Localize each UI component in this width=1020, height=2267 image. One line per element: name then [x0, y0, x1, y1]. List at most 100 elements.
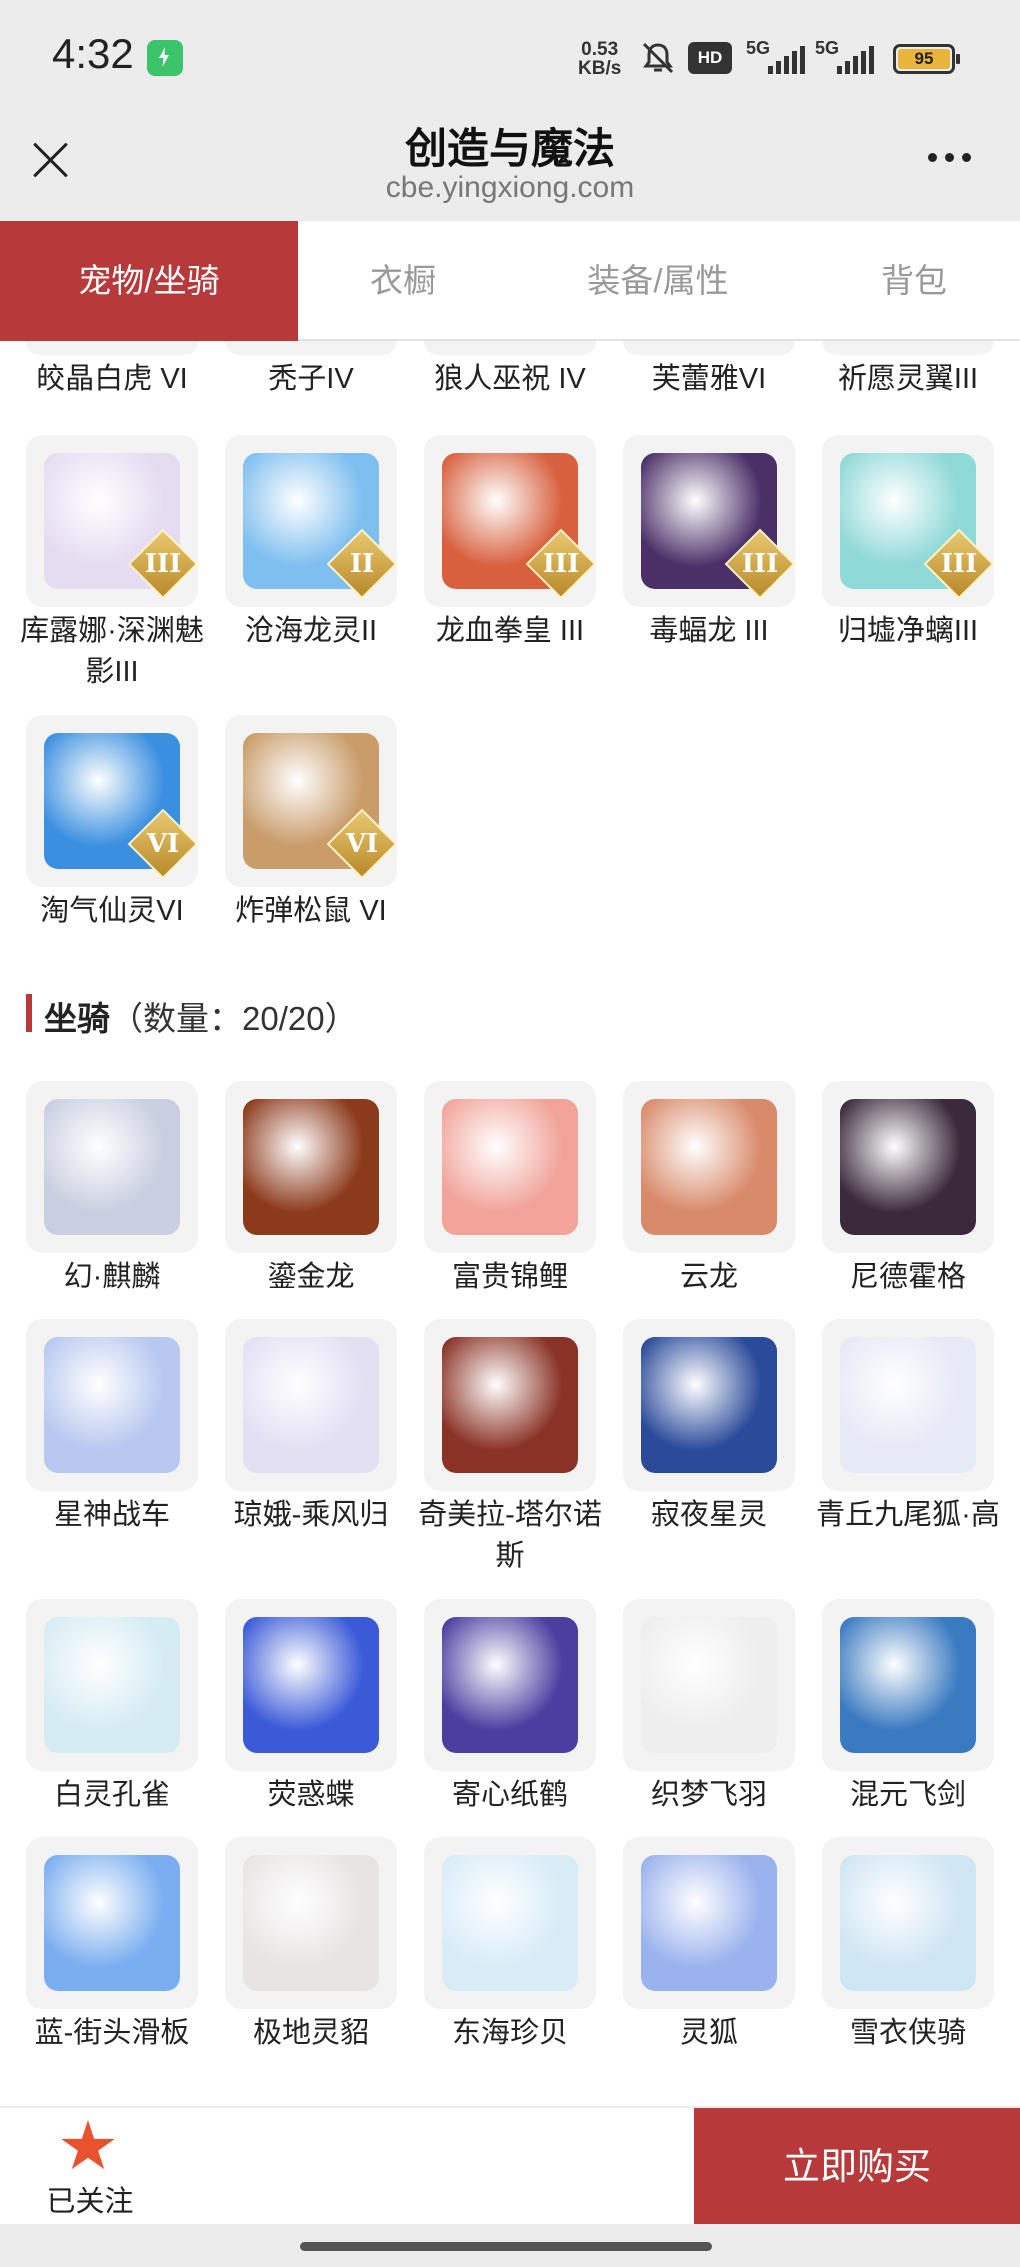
item-thumbnail — [424, 1599, 596, 1771]
item-art — [44, 1337, 180, 1473]
grade-badge-text: III — [542, 549, 580, 579]
buy-now-button[interactable]: 立即购买 — [694, 2108, 1020, 2226]
item-card[interactable]: 秃子IV — [225, 341, 397, 400]
item-card[interactable]: 织梦飞羽 — [623, 1599, 795, 1816]
item-thumbnail — [822, 1837, 994, 2009]
item-card[interactable]: III 归墟净螭III — [822, 435, 994, 652]
browser-title-bar: 创造与魔法 cbe.yingxiong.com — [0, 115, 1020, 221]
item-thumbnail: III — [424, 435, 596, 607]
item-name: 毒蝠龙 III — [649, 615, 769, 647]
tab-pets-mounts[interactable]: 宠物/坐骑 — [0, 221, 298, 341]
item-name: 龙血拳皇 III — [435, 615, 585, 647]
item-card[interactable]: 混元飞剑 — [822, 1599, 994, 1816]
item-thumbnail — [225, 1599, 397, 1771]
item-card[interactable]: 皎晶白虎 VI — [26, 341, 198, 400]
item-thumbnail — [822, 341, 994, 355]
mount-section-title: 坐骑（数量：20/20） — [44, 992, 358, 1040]
system-nav-bar — [0, 2224, 1020, 2267]
item-card[interactable]: 尼德霍格 — [822, 1081, 994, 1298]
item-card[interactable]: II 沧海龙灵II — [225, 435, 397, 652]
item-card[interactable]: 云龙 — [623, 1081, 795, 1298]
item-name: 琼娥-乘风归 — [233, 1499, 389, 1531]
security-shield-icon — [147, 40, 183, 76]
home-gesture-handle[interactable] — [300, 2242, 712, 2251]
item-thumbnail — [225, 1837, 397, 2009]
network-speed-value: 0.53 — [581, 39, 619, 60]
item-name: 青丘九尾狐·高 — [816, 1499, 1000, 1531]
item-card[interactable]: 寂夜星灵 — [623, 1319, 795, 1536]
item-card[interactable]: 琼娥-乘风归 — [225, 1319, 397, 1536]
item-thumbnail: II — [225, 435, 397, 607]
item-card[interactable]: VI 炸弹松鼠 VI — [225, 715, 397, 932]
item-name: 雪衣侠骑 — [849, 2017, 966, 2049]
item-card[interactable]: 奇美拉-塔尔诺斯 — [418, 1319, 602, 1577]
grade-badge-text: III — [940, 549, 978, 579]
item-name: 白灵孔雀 — [53, 1779, 170, 1811]
item-card[interactable]: 青丘九尾狐·高 — [816, 1319, 1000, 1536]
item-card[interactable]: 雪衣侠骑 — [822, 1837, 994, 2054]
item-name: 鎏金龙 — [267, 1261, 355, 1293]
item-name: 荧惑蝶 — [267, 1779, 355, 1811]
item-name: 寄心纸鹤 — [451, 1779, 568, 1811]
item-name: 库露娜·深渊魅影III — [20, 615, 204, 688]
item-card[interactable]: 灵狐 — [623, 1837, 795, 2054]
item-thumbnail — [623, 1599, 795, 1771]
page-url: cbe.yingxiong.com — [385, 171, 635, 204]
bottom-action-bar: 已关注 立即购买 — [0, 2106, 1020, 2226]
item-name: 混元飞剑 — [849, 1779, 966, 1811]
more-options-icon[interactable] — [920, 153, 980, 167]
item-name: 秃子IV — [268, 363, 354, 395]
item-thumbnail — [623, 1081, 795, 1253]
item-card[interactable]: 鎏金龙 — [225, 1081, 397, 1298]
item-card[interactable]: 狼人巫祝 IV — [424, 341, 596, 400]
item-card[interactable]: 寄心纸鹤 — [424, 1599, 596, 1816]
item-card[interactable]: III 库露娜·深渊魅影III — [20, 435, 204, 693]
item-thumbnail — [623, 341, 795, 355]
item-card[interactable]: 极地灵貂 — [225, 1837, 397, 2054]
item-art — [840, 1337, 976, 1473]
item-thumbnail — [424, 1319, 596, 1491]
grade-badge-text: II — [349, 549, 375, 579]
item-card[interactable]: VI 淘气仙灵VI — [26, 715, 198, 932]
tab-equipment[interactable]: 装备/属性 — [508, 221, 808, 341]
item-card[interactable]: 蓝-街头滑板 — [26, 1837, 198, 2054]
item-art — [641, 1099, 777, 1235]
item-card[interactable]: 富贵锦鲤 — [424, 1081, 596, 1298]
item-thumbnail — [822, 1319, 994, 1491]
item-card[interactable]: 白灵孔雀 — [26, 1599, 198, 1816]
item-thumbnail — [26, 341, 198, 355]
item-name: 祈愿灵翼III — [837, 363, 979, 395]
item-thumbnail: VI — [225, 715, 397, 887]
item-name: 云龙 — [679, 1261, 738, 1293]
content-area[interactable]: 皎晶白虎 VI 秃子IV 狼人巫祝 IV 芙蕾雅VI 祈愿灵翼III III 库露娜·深渊… — [0, 341, 1020, 2106]
item-art — [840, 1099, 976, 1235]
item-thumbnail — [26, 1837, 198, 2009]
item-card[interactable]: 幻·麒麟 — [26, 1081, 198, 1298]
tab-backpack[interactable]: 背包 — [808, 221, 1020, 341]
item-name: 尼德霍格 — [849, 1261, 966, 1293]
item-card[interactable]: 芙蕾雅VI — [623, 341, 795, 400]
item-card[interactable]: 祈愿灵翼III — [822, 341, 994, 400]
item-art — [243, 1855, 379, 1991]
item-thumbnail — [225, 1081, 397, 1253]
item-thumbnail: VI — [26, 715, 198, 887]
item-thumbnail — [822, 1599, 994, 1771]
item-thumbnail: III — [822, 435, 994, 607]
item-art — [641, 1855, 777, 1991]
signal-bars-icon — [768, 46, 808, 74]
item-card[interactable]: 东海珍贝 — [424, 1837, 596, 2054]
item-card[interactable]: 星神战车 — [26, 1319, 198, 1536]
item-card[interactable]: III 毒蝠龙 III — [623, 435, 795, 652]
item-name: 归墟净螭III — [837, 615, 979, 647]
network-speed-unit: KB/s — [578, 58, 622, 79]
tab-wardrobe[interactable]: 衣橱 — [298, 221, 508, 341]
item-thumbnail: III — [26, 435, 198, 607]
item-art — [243, 1617, 379, 1753]
item-card[interactable]: III 龙血拳皇 III — [424, 435, 596, 652]
item-name: 幻·麒麟 — [63, 1261, 161, 1293]
item-name: 灵狐 — [679, 2017, 738, 2049]
item-card[interactable]: 荧惑蝶 — [225, 1599, 397, 1816]
mount-count: （数量：20/20） — [110, 1000, 358, 1037]
follow-button[interactable]: 已关注 — [30, 2116, 150, 2218]
item-thumbnail — [822, 1081, 994, 1253]
